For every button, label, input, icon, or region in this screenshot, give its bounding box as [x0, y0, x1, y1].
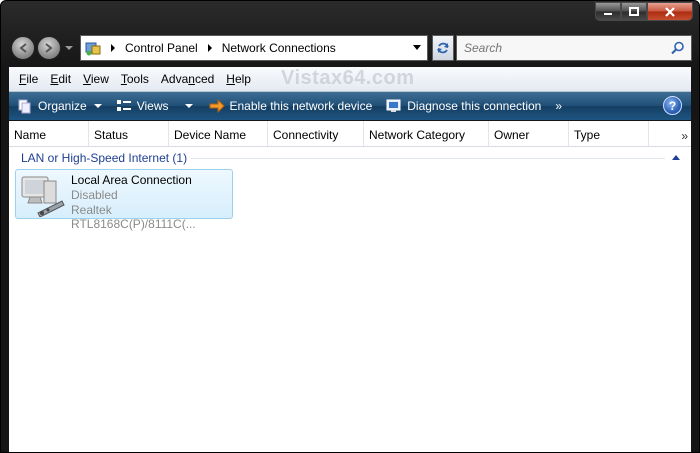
back-button[interactable] [11, 36, 35, 60]
maximize-icon [629, 6, 639, 16]
address-dropdown-icon[interactable] [413, 45, 421, 50]
column-type[interactable]: Type [569, 121, 649, 146]
minimize-button[interactable] [595, 2, 621, 21]
group-title: LAN or High-Speed Internet (1) [21, 151, 188, 165]
column-name[interactable]: Name [9, 121, 89, 146]
forward-arrow-icon [45, 43, 53, 53]
menu-file[interactable]: File [19, 72, 38, 86]
close-icon [665, 6, 675, 17]
connection-status: Disabled [71, 188, 118, 202]
group-header[interactable]: LAN or High-Speed Internet (1) [9, 149, 691, 167]
connection-name: Local Area Connection [71, 173, 192, 187]
breadcrumb-control-panel[interactable]: Control Panel [111, 41, 198, 55]
address-bar[interactable]: Control Panel Network Connections [80, 35, 428, 61]
diagnose-label: Diagnose this connection [407, 99, 542, 113]
forward-button[interactable] [37, 36, 61, 60]
refresh-icon [437, 42, 449, 54]
views-dropdown-icon [184, 104, 193, 108]
enable-device-button[interactable]: Enable this network device [209, 99, 373, 113]
menu-view[interactable]: View [83, 72, 109, 86]
column-owner[interactable]: Owner [489, 121, 569, 146]
maximize-button[interactable] [621, 2, 647, 21]
breadcrumb-network-connections[interactable]: Network Connections [207, 41, 336, 55]
menu-edit[interactable]: Edit [50, 72, 71, 86]
content-pane: Name Status Device Name Connectivity Net… [9, 121, 691, 452]
watermark: Vistax64.com [281, 67, 415, 89]
network-adapter-icon [21, 176, 65, 217]
column-device-name[interactable]: Device Name [169, 121, 268, 146]
caption-buttons [595, 2, 693, 21]
refresh-button[interactable] [432, 35, 454, 61]
search-icon[interactable] [671, 41, 685, 55]
back-arrow-icon [19, 43, 27, 53]
views-icon [116, 100, 131, 111]
enable-arrow-icon [209, 99, 225, 113]
collapse-chevron-icon[interactable] [672, 155, 680, 160]
control-panel-icon [85, 42, 101, 56]
close-button[interactable] [647, 2, 693, 21]
views-label: Views [136, 99, 169, 113]
breadcrumb-label: Network Connections [221, 41, 336, 55]
more-columns-button[interactable]: » [681, 129, 688, 143]
minimize-icon [604, 12, 612, 15]
command-bar: Organize Views Enable this network devic… [9, 92, 691, 120]
menu-help[interactable]: Help [226, 72, 251, 86]
organize-label: Organize [38, 99, 87, 113]
menu-tools[interactable]: Tools [121, 72, 149, 86]
navigation-row: Control Panel Network Connections [9, 34, 692, 64]
breadcrumb-label: Control Panel [125, 41, 198, 55]
explorer-window: Control Panel Network Connections Search… [0, 0, 700, 453]
help-icon: ? [668, 98, 677, 113]
breadcrumb-separator-icon [111, 44, 115, 52]
views-button[interactable]: Views [116, 99, 193, 113]
recent-pages-dropdown-icon[interactable] [65, 44, 73, 52]
diagnose-icon [386, 99, 401, 112]
column-network-category[interactable]: Network Category [364, 121, 489, 146]
help-button[interactable]: ? [663, 96, 682, 115]
more-commands-button[interactable]: » [555, 99, 562, 113]
column-headers: Name Status Device Name Connectivity Net… [9, 121, 691, 147]
breadcrumb-separator-icon [207, 44, 212, 52]
search-box[interactable] [456, 35, 692, 61]
organize-button[interactable]: Organize [17, 98, 102, 114]
diagnose-button[interactable]: Diagnose this connection [386, 99, 541, 113]
connection-device: Realtek RTL8168C(P)/8111C(... [71, 203, 196, 231]
group-divider [191, 158, 665, 159]
menu-advanced[interactable]: Advanced [161, 72, 214, 86]
column-connectivity[interactable]: Connectivity [268, 121, 364, 146]
local-area-connection-item[interactable]: Local Area Connection Disabled Realtek R… [15, 169, 233, 231]
organize-icon [18, 99, 31, 114]
menu-bar: File Edit View Tools Advanced Help Vista… [9, 67, 691, 92]
column-status[interactable]: Status [89, 121, 169, 146]
organize-dropdown-icon [93, 104, 102, 108]
enable-device-label: Enable this network device [229, 99, 373, 113]
search-input[interactable] [462, 40, 666, 56]
